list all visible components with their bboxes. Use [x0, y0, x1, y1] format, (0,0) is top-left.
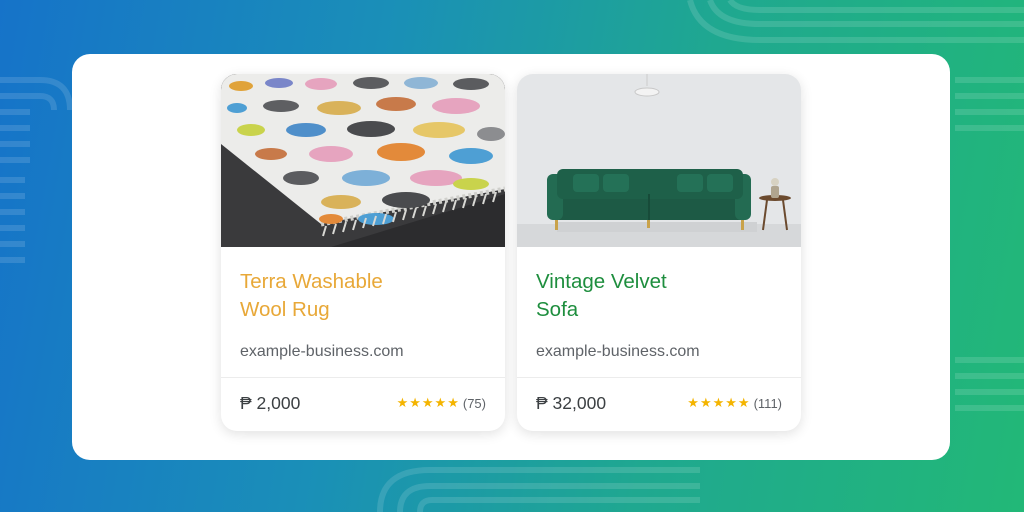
product-title[interactable]: Terra Washable Wool Rug	[240, 268, 486, 324]
product-rating: ★★★★★ (75)	[397, 395, 486, 411]
rating-count: (75)	[462, 395, 486, 411]
product-card-sofa[interactable]: Vintage Velvet Sofa example-business.com…	[517, 74, 801, 431]
star-rating-icon: ★★★★★	[396, 395, 460, 410]
star-rating-icon: ★★★★★	[687, 395, 751, 410]
product-price: ₱ 2,000	[240, 392, 301, 413]
product-title-line-2[interactable]: Sofa	[536, 296, 782, 324]
sofa-photo[interactable]	[517, 74, 801, 247]
ad-preview-panel	[72, 54, 950, 460]
product-domain: example-business.com	[240, 343, 404, 360]
product-title-line-1[interactable]: Vintage Velvet	[536, 268, 782, 296]
card-footer: ₱ 32,000 ★★★★★ (111)	[517, 378, 801, 428]
rug-photo[interactable]	[221, 74, 505, 247]
product-price: ₱ 32,000	[536, 392, 607, 413]
product-domain: example-business.com	[536, 343, 700, 360]
rating-count: (111)	[753, 395, 782, 411]
product-title-line-1[interactable]: Terra Washable	[240, 268, 486, 296]
product-rating: ★★★★★ (111)	[687, 395, 782, 411]
card-footer: ₱ 2,000 ★★★★★ (75)	[221, 378, 505, 428]
product-card-rug[interactable]: Terra Washable Wool Rug example-business…	[221, 74, 505, 431]
product-title[interactable]: Vintage Velvet Sofa	[536, 268, 782, 324]
product-title-line-2[interactable]: Wool Rug	[240, 296, 486, 324]
